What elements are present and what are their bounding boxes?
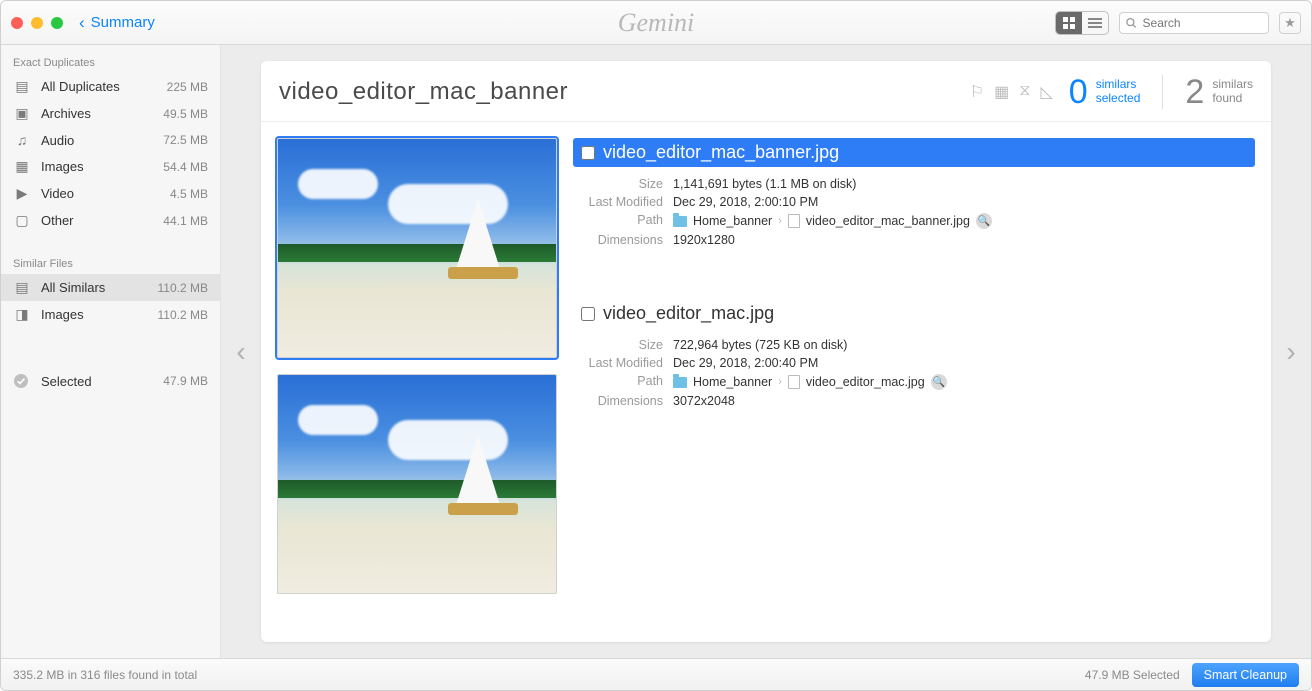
file-dimensions: 1920x1280 <box>673 233 735 247</box>
file-size: 722,964 bytes (725 KB on disk) <box>673 338 847 352</box>
zoom-window-button[interactable] <box>51 17 63 29</box>
thumbnail[interactable] <box>277 374 557 594</box>
file-icon <box>788 214 800 228</box>
sidebar-item-audio[interactable]: ♫ Audio 72.5 MB <box>1 127 220 153</box>
view-toggle <box>1055 11 1109 35</box>
select-checkbox[interactable] <box>581 146 595 160</box>
file-header[interactable]: video_editor_mac.jpg <box>573 299 1255 328</box>
chevron-right-icon: › <box>1286 336 1295 368</box>
app-logo: Gemini <box>618 8 695 38</box>
sidebar-heading-exact: Exact Duplicates <box>1 51 220 73</box>
sidebar: Exact Duplicates ▤ All Duplicates 225 MB… <box>1 45 221 658</box>
sidebar-item-other[interactable]: ▢ Other 44.1 MB <box>1 207 220 234</box>
divider <box>1162 75 1163 109</box>
video-icon: ▶ <box>13 185 31 202</box>
size-icon[interactable]: ⧖ <box>1019 82 1030 102</box>
chevron-right-icon: › <box>778 376 782 388</box>
file-header[interactable]: video_editor_mac_banner.jpg <box>573 138 1255 167</box>
grid-view-button[interactable] <box>1056 12 1082 34</box>
file-entry: video_editor_mac.jpg Size722,964 bytes (… <box>573 299 1255 410</box>
folder-icon <box>673 216 687 227</box>
image-icon: ◨ <box>13 306 31 323</box>
file-modified: Dec 29, 2018, 2:00:10 PM <box>673 195 818 209</box>
sort-icons: ⚐ ▦ ⧖ ◺ <box>970 82 1053 102</box>
calendar-icon[interactable]: ▦ <box>994 82 1009 102</box>
sidebar-item-selected[interactable]: Selected 47.9 MB <box>1 368 220 394</box>
stack-icon: ▤ <box>13 279 31 296</box>
back-button[interactable]: ‹ Summary <box>79 13 155 33</box>
sidebar-item-archives[interactable]: ▣ Archives 49.5 MB <box>1 100 220 127</box>
file-path: Home_banner › video_editor_mac.jpg 🔍 <box>673 374 947 390</box>
file-dimensions: 3072x2048 <box>673 394 735 408</box>
status-bar: 335.2 MB in 316 files found in total 47.… <box>1 658 1311 690</box>
stack-icon: ▤ <box>13 78 31 95</box>
list-icon <box>1088 18 1102 28</box>
sidebar-heading-similar: Similar Files <box>1 252 220 274</box>
document-icon: ▢ <box>13 212 31 229</box>
folder-icon <box>673 377 687 388</box>
titlebar: ‹ Summary Gemini ★ <box>1 1 1311 45</box>
archive-icon: ▣ <box>13 105 31 122</box>
sidebar-item-similar-images[interactable]: ◨ Images 110.2 MB <box>1 301 220 328</box>
file-size: 1,141,691 bytes (1.1 MB on disk) <box>673 177 856 191</box>
tag-icon[interactable]: ⚐ <box>970 82 984 102</box>
audio-icon: ♫ <box>13 132 31 148</box>
file-details: video_editor_mac_banner.jpg Size1,141,69… <box>573 138 1255 626</box>
chevron-left-icon: ‹ <box>79 13 85 33</box>
star-icon: ★ <box>1284 15 1296 31</box>
list-view-button[interactable] <box>1082 12 1108 34</box>
search-field[interactable] <box>1119 12 1269 34</box>
file-entry: video_editor_mac_banner.jpg Size1,141,69… <box>573 138 1255 249</box>
chevron-left-icon: ‹ <box>236 336 245 368</box>
image-icon: ▦ <box>13 158 31 175</box>
favorites-button[interactable]: ★ <box>1279 12 1301 34</box>
minimize-window-button[interactable] <box>31 17 43 29</box>
selected-text: 47.9 MB Selected <box>1085 668 1180 682</box>
sidebar-item-images[interactable]: ▦ Images 54.4 MB <box>1 153 220 180</box>
stat-selected: 0 similarsselected <box>1069 75 1141 109</box>
sidebar-item-all-similars[interactable]: ▤ All Similars 110.2 MB <box>1 274 220 301</box>
stat-found: 2 similarsfound <box>1185 75 1253 109</box>
prev-group-button[interactable]: ‹ <box>221 45 261 658</box>
select-checkbox[interactable] <box>581 307 595 321</box>
dimensions-icon[interactable]: ◺ <box>1040 82 1052 102</box>
detail-panel: video_editor_mac_banner ⚐ ▦ ⧖ ◺ 0 simila… <box>261 61 1271 642</box>
file-icon <box>788 375 800 389</box>
next-group-button[interactable]: › <box>1271 45 1311 658</box>
file-name: video_editor_mac_banner.jpg <box>603 142 839 163</box>
back-label: Summary <box>91 14 155 31</box>
close-window-button[interactable] <box>11 17 23 29</box>
search-input[interactable] <box>1143 16 1262 30</box>
smart-cleanup-button[interactable]: Smart Cleanup <box>1192 663 1299 687</box>
file-name: video_editor_mac.jpg <box>603 303 774 324</box>
search-icon <box>1126 17 1137 29</box>
grid-icon <box>1063 17 1075 29</box>
content-area: ‹ video_editor_mac_banner ⚐ ▦ ⧖ ◺ 0 <box>221 45 1311 658</box>
summary-text: 335.2 MB in 316 files found in total <box>13 668 197 682</box>
window-controls <box>11 17 63 29</box>
chevron-right-icon: › <box>778 215 782 227</box>
file-path: Home_banner › video_editor_mac_banner.jp… <box>673 213 992 229</box>
file-modified: Dec 29, 2018, 2:00:40 PM <box>673 356 818 370</box>
check-circle-icon <box>13 373 31 389</box>
thumbnail-column <box>277 138 557 626</box>
thumbnail[interactable] <box>277 138 557 358</box>
reveal-button[interactable]: 🔍 <box>976 213 992 229</box>
sidebar-item-all-duplicates[interactable]: ▤ All Duplicates 225 MB <box>1 73 220 100</box>
reveal-button[interactable]: 🔍 <box>931 374 947 390</box>
sidebar-item-video[interactable]: ▶ Video 4.5 MB <box>1 180 220 207</box>
group-title: video_editor_mac_banner <box>279 78 568 106</box>
